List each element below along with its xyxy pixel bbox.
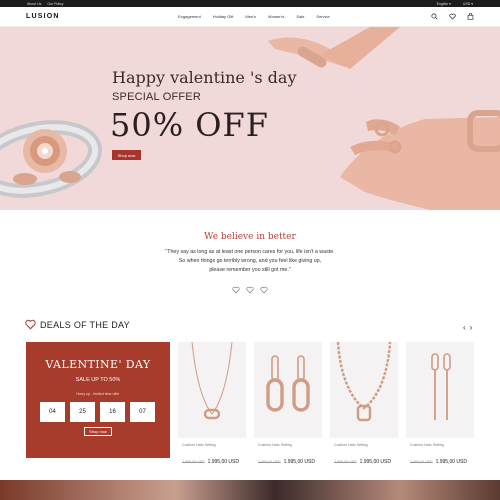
site-logo[interactable]: LUSION <box>26 13 60 20</box>
hero-discount: 50% OFF <box>110 106 269 144</box>
bag-icon[interactable] <box>467 13 474 20</box>
our-policy-link[interactable]: Our Policy <box>47 2 63 6</box>
about-us-link[interactable]: About Us <box>27 2 41 6</box>
main-nav: Engagement Holiday Gift Men's Women's Sa… <box>178 14 330 19</box>
search-icon[interactable] <box>431 13 438 20</box>
nav-item-holiday-gift[interactable]: Holiday Gift <box>213 14 234 19</box>
heart-outline-icon[interactable] <box>232 286 240 294</box>
currency-label: USD <box>462 1 471 6</box>
product-price: 1.995,00 USD <box>435 459 467 465</box>
top-bar: About Us Our Policy English ▾ USD ▾ <box>0 0 500 7</box>
product-old-price: 2.995,00 USD <box>182 460 205 464</box>
product-image[interactable] <box>178 342 246 438</box>
nav-item-womens[interactable]: Women's <box>268 14 284 19</box>
currency-select[interactable]: USD ▾ <box>463 2 473 6</box>
chevron-down-icon: ▾ <box>471 1 473 6</box>
hero-banner: Happy valentine 's day SPECIAL OFFER 50%… <box>0 27 500 210</box>
promo-title: VALENTINE' DAY <box>45 358 151 371</box>
countdown-days: 04 <box>40 402 65 422</box>
language-label: English <box>436 1 449 6</box>
earrings-image <box>266 355 310 412</box>
product-card[interactable]: Cushion Halo Setting 2.995,00 USD 1.995,0… <box>330 342 398 465</box>
heart-outline-icon[interactable] <box>260 286 268 294</box>
product-price: 1.995,00 USD <box>359 459 391 465</box>
carousel-arrows: ‹ › <box>463 323 472 332</box>
chain-necklace-image <box>336 342 392 422</box>
chevron-down-icon: ▾ <box>449 1 451 6</box>
product-name[interactable]: Cushion Halo Setting <box>182 443 216 447</box>
quote-line: "They say as long as at least one person… <box>165 249 335 255</box>
countdown-hours: 25 <box>70 402 95 422</box>
product-name[interactable]: Cushion Halo Setting <box>410 443 444 447</box>
chevron-left-icon[interactable]: ‹ <box>463 323 466 332</box>
product-price: 1.995,00 USD <box>283 459 315 465</box>
heart-outline-icon[interactable] <box>246 286 254 294</box>
hero-shop-now-button[interactable]: Shop now <box>112 150 141 160</box>
promo-shop-now-button[interactable]: Shop now <box>84 427 112 436</box>
countdown-minutes: 16 <box>100 402 125 422</box>
necklace-image <box>191 342 233 420</box>
product-image[interactable] <box>406 342 474 438</box>
product-old-price: 2.995,00 USD <box>258 460 281 464</box>
testimonial-quote: "They say as long as at least one person… <box>140 248 360 274</box>
valentine-promo-card: VALENTINE' DAY SALE UP TO 50% Hurry up -… <box>26 342 170 458</box>
nav-item-mens[interactable]: Men's <box>245 14 256 19</box>
countdown-timer: 04 25 16 07 <box>40 402 155 422</box>
product-name[interactable]: Cushion Halo Setting <box>258 443 292 447</box>
promo-sale-text: SALE UP TO 50% <box>75 377 121 383</box>
chevron-right-icon[interactable]: › <box>470 323 473 332</box>
promo-hurry-text: Hurry up - limited time offer <box>76 392 120 396</box>
nav-item-engagement[interactable]: Engagement <box>178 14 201 19</box>
heart-icon[interactable] <box>449 13 456 20</box>
product-card[interactable]: Cushion Halo Setting 2.995,00 USD 1.995,0… <box>406 342 478 465</box>
deals-heading: DEALS OF THE DAY <box>40 320 130 330</box>
nav-item-sale[interactable]: Sale <box>296 14 304 19</box>
quote-line: So when things go terribly wrong, and yo… <box>178 257 322 264</box>
quote-line: please remember you still got me." <box>209 266 291 273</box>
product-card[interactable]: Cushion Halo Setting 2.995,00 USD 1.995,0… <box>178 342 246 465</box>
drop-earrings-image <box>431 353 451 420</box>
heart-icon <box>25 319 36 330</box>
product-image[interactable] <box>254 342 322 438</box>
product-image[interactable] <box>330 342 398 438</box>
testimonial-pager <box>232 286 268 294</box>
language-select[interactable]: English ▾ <box>437 2 451 6</box>
product-old-price: 2.995,00 USD <box>334 460 357 464</box>
product-name[interactable]: Cushion Halo Setting <box>334 443 368 447</box>
hero-title: Happy valentine 's day <box>112 68 297 87</box>
footer-banner-image <box>0 480 500 500</box>
product-card[interactable]: Cushion Halo Setting 2.995,00 USD 1.995,0… <box>254 342 322 465</box>
nav-item-service[interactable]: Service <box>316 14 329 19</box>
hero-subtitle: SPECIAL OFFER <box>112 91 201 103</box>
countdown-seconds: 07 <box>130 402 155 422</box>
product-old-price: 2.995,00 USD <box>410 460 433 464</box>
believe-heading: We believe in better <box>204 232 296 242</box>
site-header: LUSION Engagement Holiday Gift Men's Wom… <box>0 7 500 27</box>
product-price: 1.995,00 USD <box>207 459 239 465</box>
